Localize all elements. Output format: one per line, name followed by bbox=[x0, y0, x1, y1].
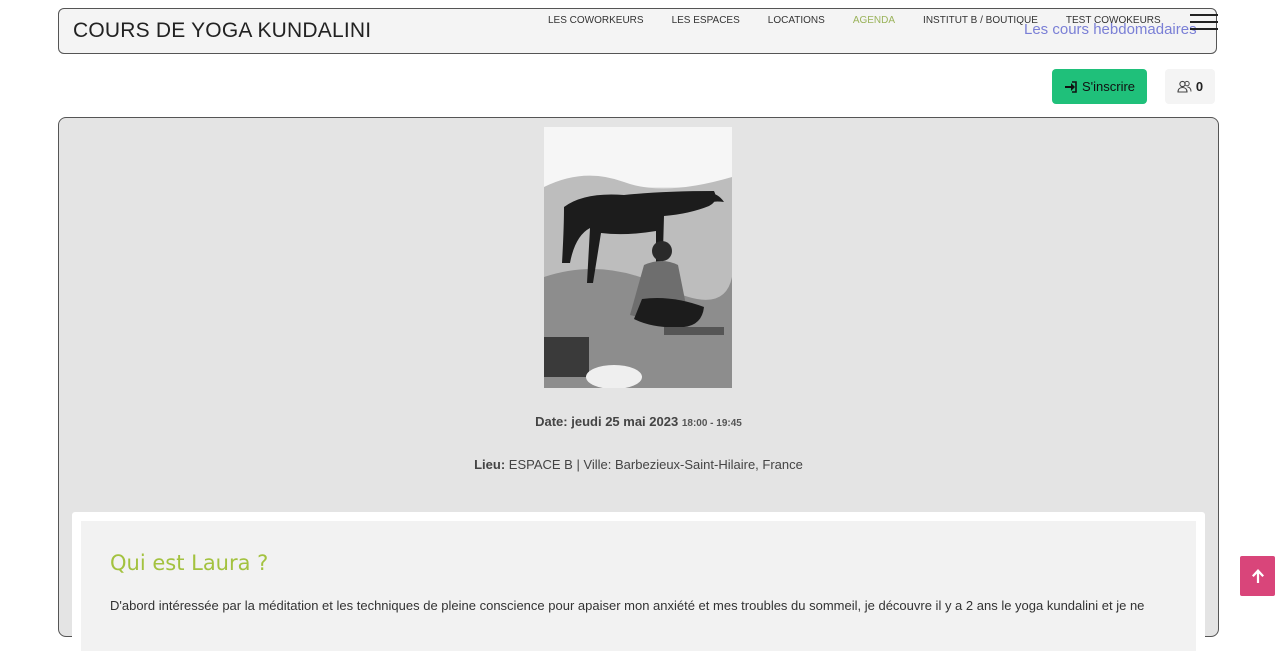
nav-item-agenda[interactable]: AGENDA bbox=[853, 15, 895, 26]
register-button[interactable]: S'inscrire bbox=[1052, 69, 1147, 104]
arrow-up-icon bbox=[1251, 569, 1264, 583]
page-title: COURS DE YOGA KUNDALINI bbox=[73, 19, 372, 42]
sign-in-icon bbox=[1064, 80, 1077, 93]
users-icon bbox=[1177, 80, 1192, 93]
nav-item-coworkeurs[interactable]: LES COWORKEURS bbox=[548, 15, 644, 26]
header-bar: COURS DE YOGA KUNDALINI LES COWORKEURS L… bbox=[58, 8, 1218, 54]
photo-illustration bbox=[544, 127, 732, 388]
about-card: Qui est Laura ? D'abord intéressée par l… bbox=[72, 512, 1205, 652]
place-label: Lieu: bbox=[474, 457, 506, 472]
date-label: Date: bbox=[535, 414, 568, 429]
event-date: Date: jeudi 25 mai 2023 18:00 - 19:45 bbox=[59, 414, 1218, 429]
about-title: Qui est Laura ? bbox=[110, 551, 269, 575]
nav-item-espaces[interactable]: LES ESPACES bbox=[672, 15, 740, 26]
menu-icon[interactable] bbox=[1190, 11, 1218, 33]
about-section: Qui est Laura ? D'abord intéressée par l… bbox=[81, 521, 1196, 651]
event-panel: Date: jeudi 25 mai 2023 18:00 - 19:45 Li… bbox=[58, 117, 1219, 652]
nav-item-locations[interactable]: LOCATIONS bbox=[768, 15, 825, 26]
register-label: S'inscrire bbox=[1081, 79, 1136, 94]
date-value: jeudi 25 mai 2023 bbox=[571, 414, 679, 429]
about-text: D'abord intéressée par la méditation et … bbox=[110, 598, 1145, 613]
attendee-count-badge: 0 bbox=[1165, 69, 1215, 104]
back-to-top-button[interactable] bbox=[1240, 556, 1275, 596]
nav-item-boutique[interactable]: INSTITUT B / BOUTIQUE bbox=[923, 15, 1038, 26]
weekly-classes-link[interactable]: Les cours hebdomadaires bbox=[1024, 21, 1197, 38]
time-value: 18:00 - 19:45 bbox=[681, 418, 742, 429]
place-value: ESPACE B | Ville: Barbezieux-Saint-Hilai… bbox=[508, 457, 803, 472]
event-photo bbox=[544, 127, 732, 388]
event-location: Lieu: ESPACE B | Ville: Barbezieux-Saint… bbox=[59, 457, 1218, 472]
attendee-count: 0 bbox=[1195, 79, 1204, 94]
